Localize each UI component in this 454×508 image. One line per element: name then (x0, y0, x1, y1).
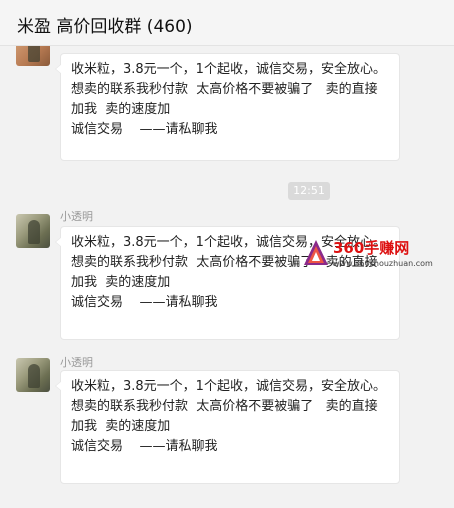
sender-name: 小透明 (60, 356, 93, 369)
watermark-logo-icon (304, 240, 328, 265)
watermark: 360手赚网 www.360shouzhuan.com (303, 237, 433, 277)
group-title: 米盈 高价回收群 (460) (17, 17, 193, 37)
sender-name: 小透明 (60, 210, 93, 223)
message-line: 诚信交易 ——请私聊我 (71, 295, 218, 310)
avatar[interactable] (16, 214, 50, 248)
message-line: 想卖的联系我秒付款 太高价格不要被骗了 卖的直接加我 卖的速度加 (71, 399, 378, 434)
watermark-name: 360手赚网 (333, 239, 410, 257)
message-line: 想卖的联系我秒付款 太高价格不要被骗了 卖的直接加我 卖的速度加 (71, 82, 378, 117)
watermark-url: www.360shouzhuan.com (333, 259, 433, 268)
avatar[interactable] (16, 46, 50, 66)
timestamp-badge: 12:51 (288, 182, 330, 200)
message-line: 收米粒，3.8元一个，1个起收，诚信交易，安全放心。 (71, 62, 386, 77)
message-bubble[interactable]: 收米粒，3.8元一个，1个起收，诚信交易，安全放心。 想卖的联系我秒付款 太高价… (55, 53, 400, 161)
message-line: 诚信交易 ——请私聊我 (71, 122, 218, 137)
chat-header: 米盈 高价回收群 (460) (0, 0, 454, 46)
message-list[interactable]: 收米粒，3.8元一个，1个起收，诚信交易，安全放心。 想卖的联系我秒付款 太高价… (0, 46, 454, 508)
message-line: 诚信交易 ——请私聊我 (71, 439, 218, 454)
message-line: 收米粒，3.8元一个，1个起收，诚信交易，安全放心。 (71, 379, 386, 394)
message-bubble[interactable]: 收米粒，3.8元一个，1个起收，诚信交易，安全放心。 想卖的联系我秒付款 太高价… (55, 370, 400, 484)
avatar[interactable] (16, 358, 50, 392)
